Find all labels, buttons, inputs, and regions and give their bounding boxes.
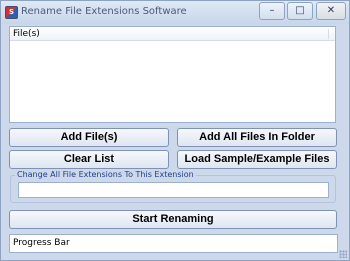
progress-label: Progress Bar	[13, 238, 70, 248]
resize-grip-icon[interactable]	[339, 250, 347, 258]
extension-input[interactable]	[18, 182, 329, 198]
column-header-files[interactable]: File(s)	[13, 29, 40, 39]
add-all-files-in-folder-button[interactable]: Add All Files In Folder	[177, 128, 337, 147]
progress-bar: Progress Bar	[9, 234, 338, 253]
clear-list-button[interactable]: Clear List	[9, 150, 169, 169]
minimize-button[interactable]: –	[259, 2, 285, 20]
window-title: Rename File Extensions Software	[21, 6, 187, 17]
app-icon: S	[5, 6, 18, 19]
add-files-button[interactable]: Add File(s)	[9, 128, 169, 147]
title-bar[interactable]: S Rename File Extensions Software – □ ✕	[1, 1, 349, 24]
extension-group-label: Change All File Extensions To This Exten…	[15, 170, 196, 179]
file-list-header[interactable]: File(s)	[10, 27, 335, 41]
load-sample-files-button[interactable]: Load Sample/Example Files	[177, 150, 337, 169]
column-separator	[328, 29, 329, 39]
maximize-button[interactable]: □	[287, 2, 313, 20]
close-button[interactable]: ✕	[316, 2, 346, 20]
start-renaming-button[interactable]: Start Renaming	[9, 210, 337, 229]
file-list[interactable]: File(s)	[9, 26, 336, 123]
main-window: S Rename File Extensions Software – □ ✕ …	[0, 0, 350, 261]
